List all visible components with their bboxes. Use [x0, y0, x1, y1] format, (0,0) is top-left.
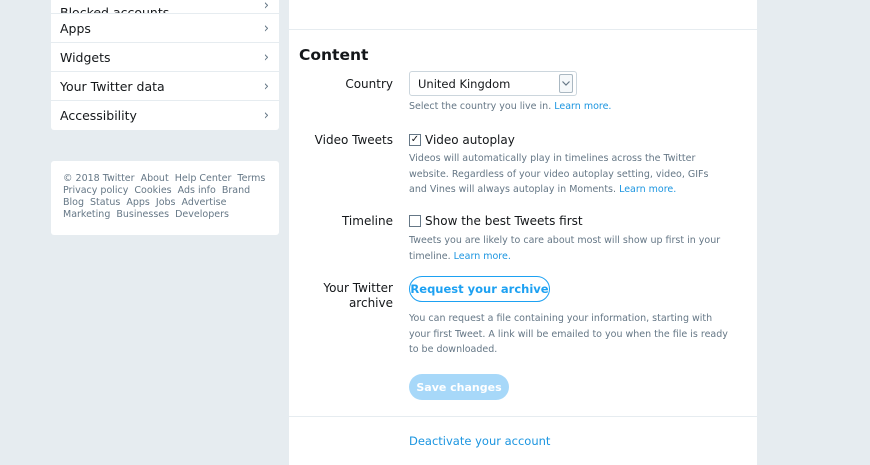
sidebar-item-label: Your Twitter data — [60, 78, 165, 94]
request-archive-button[interactable]: Request your archive — [409, 276, 550, 302]
video-tweets-help: Videos will automatically play in timeli… — [409, 151, 729, 198]
chevron-right-icon: › — [263, 48, 269, 66]
sidebar-item-your-twitter-data[interactable]: Your Twitter data › — [51, 72, 279, 101]
video-autoplay-checkbox[interactable]: ✓ — [409, 134, 421, 146]
best-tweets-checkbox[interactable] — [409, 215, 421, 227]
sidebar-item-label: Apps — [60, 20, 91, 36]
chevron-right-icon: › — [263, 0, 269, 14]
footer-link-privacy-policy[interactable]: Privacy policy — [63, 185, 128, 196]
best-tweets-option: Show the best Tweets first — [409, 214, 583, 228]
footer-link-developers[interactable]: Developers — [175, 209, 229, 220]
archive-label-line: archive — [348, 296, 393, 310]
deactivate-account-link[interactable]: Deactivate your account — [409, 434, 550, 448]
footer-link-ads-info[interactable]: Ads info — [178, 185, 216, 196]
country-help-text: Select the country you live in. — [409, 101, 552, 112]
footer-link-apps[interactable]: Apps — [126, 197, 150, 208]
chevron-down-icon — [559, 74, 573, 93]
copyright-text: © 2018 Twitter — [63, 173, 135, 184]
divider — [289, 29, 757, 30]
chevron-right-icon: › — [263, 19, 269, 37]
chevron-right-icon: › — [263, 107, 269, 124]
country-label: Country — [345, 77, 393, 91]
sidebar-item-widgets[interactable]: Widgets › — [51, 43, 279, 72]
chevron-right-icon: › — [263, 77, 269, 95]
save-changes-button[interactable]: Save changes — [409, 374, 509, 400]
footer-link-cookies[interactable]: Cookies — [134, 185, 171, 196]
sidebar-footer: © 2018 Twitter About Help Center Terms P… — [51, 161, 279, 235]
archive-label-line: Your Twitter — [323, 281, 393, 295]
sidebar-item-label: Accessibility — [60, 108, 137, 123]
learn-more-link[interactable]: Learn more. — [554, 101, 611, 112]
country-select-value: United Kingdom — [418, 76, 511, 91]
content-settings-panel: Content Country United Kingdom Select th… — [289, 0, 757, 465]
timeline-help: Tweets you are likely to care about most… — [409, 233, 729, 264]
footer-link-businesses[interactable]: Businesses — [116, 209, 169, 220]
check-icon: ✓ — [410, 134, 420, 145]
right-gutter — [757, 0, 870, 465]
footer-link-help-center[interactable]: Help Center — [175, 173, 232, 184]
footer-link-status[interactable]: Status — [90, 197, 120, 208]
learn-more-link[interactable]: Learn more. — [619, 184, 676, 195]
archive-help: You can request a file containing your i… — [409, 313, 728, 355]
settings-sidebar: Blocked accounts › Apps › Widgets › Your… — [51, 0, 279, 130]
country-select[interactable]: United Kingdom — [409, 71, 577, 96]
best-tweets-label[interactable]: Show the best Tweets first — [425, 214, 583, 228]
divider — [289, 416, 757, 417]
sidebar-item-accessibility[interactable]: Accessibility › — [51, 101, 279, 130]
footer-link-brand[interactable]: Brand — [222, 185, 250, 196]
archive-label: Your Twitter archive — [323, 281, 393, 311]
sidebar-item-label: Widgets — [60, 49, 111, 65]
footer-link-blog[interactable]: Blog — [63, 197, 84, 208]
footer-link-terms[interactable]: Terms — [237, 173, 265, 184]
country-help: Select the country you live in. Learn mo… — [409, 99, 729, 115]
timeline-label: Timeline — [341, 214, 393, 228]
learn-more-link[interactable]: Learn more. — [454, 251, 511, 262]
section-title: Content — [299, 46, 369, 64]
sidebar-item-apps[interactable]: Apps › — [51, 14, 279, 43]
video-autoplay-label[interactable]: Video autoplay — [425, 133, 515, 147]
footer-link-jobs[interactable]: Jobs — [156, 197, 176, 208]
sidebar-item-blocked-accounts[interactable]: Blocked accounts › — [51, 0, 279, 14]
footer-link-about[interactable]: About — [141, 173, 169, 184]
video-tweets-label: Video Tweets — [314, 133, 393, 147]
footer-link-advertise[interactable]: Advertise — [182, 197, 227, 208]
footer-link-marketing[interactable]: Marketing — [63, 209, 110, 220]
sidebar-item-label: Blocked accounts — [60, 5, 170, 14]
video-autoplay-option: ✓ Video autoplay — [409, 133, 515, 147]
